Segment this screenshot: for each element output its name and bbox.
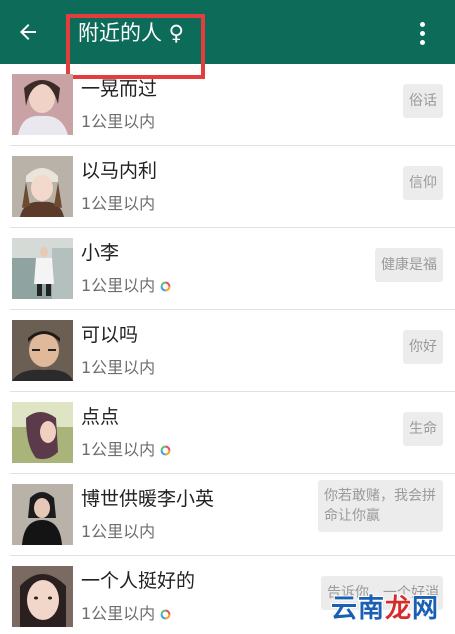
back-button[interactable] xyxy=(6,12,50,52)
signature-badge: 信仰 xyxy=(403,166,443,200)
signature-badge: 生命 xyxy=(403,412,443,446)
signature-badge: 健康是福 xyxy=(375,248,443,282)
app-bar: 附近的人 ♀ xyxy=(0,0,455,64)
person-name: 一晃而过 xyxy=(81,78,158,100)
vip-badge-icon xyxy=(160,281,171,291)
person-name: 可以吗 xyxy=(81,324,139,346)
list-item[interactable]: 以马内利 1公里以内 信仰 xyxy=(0,146,455,228)
nearby-people-list[interactable]: 一晃而过 1公里以内 俗话 以马内利 1公里以内 信仰 小李 1公里以内 健康是… xyxy=(0,64,455,634)
list-item[interactable]: 博世供暖李小英 1公里以内 你若敢赌，我会拼命让你赢 xyxy=(0,474,455,556)
avatar xyxy=(12,320,73,381)
page-title: 附近的人 ♀ xyxy=(78,21,185,45)
avatar xyxy=(12,74,73,135)
signature-badge: 你若敢赌，我会拼命让你赢 xyxy=(318,480,443,532)
list-item[interactable]: 一晃而过 1公里以内 俗话 xyxy=(0,64,455,146)
distance-label: 1公里以内 xyxy=(81,276,171,296)
more-options-button[interactable] xyxy=(405,14,439,52)
avatar xyxy=(12,402,73,463)
signature-badge: 俗话 xyxy=(403,84,443,118)
list-item[interactable]: 可以吗 1公里以内 你好 xyxy=(0,310,455,392)
avatar xyxy=(12,156,73,217)
distance-label: 1公里以内 xyxy=(81,604,171,624)
distance-label: 1公里以内 xyxy=(81,358,156,377)
avatar xyxy=(12,566,73,627)
vip-badge-icon xyxy=(160,609,171,619)
signature-badge: 你好 xyxy=(403,330,443,364)
avatar xyxy=(12,484,73,545)
more-vertical-icon xyxy=(419,21,425,27)
distance-label: 1公里以内 xyxy=(81,522,156,541)
person-name: 小李 xyxy=(81,242,120,264)
vip-badge-icon xyxy=(160,445,171,455)
person-name: 博世供暖李小英 xyxy=(81,488,215,510)
site-watermark: 云南龙网 xyxy=(330,593,440,624)
distance-label: 1公里以内 xyxy=(81,194,156,213)
avatar xyxy=(12,238,73,299)
person-name: 一个人挺好的 xyxy=(81,570,196,592)
distance-label: 1公里以内 xyxy=(81,440,171,460)
list-item[interactable]: 小李 1公里以内 健康是福 xyxy=(0,228,455,310)
arrow-left-icon xyxy=(20,24,36,40)
person-name: 以马内利 xyxy=(81,160,158,182)
person-name: 点点 xyxy=(81,406,120,428)
distance-label: 1公里以内 xyxy=(81,112,156,131)
list-item[interactable]: 点点 1公里以内 生命 xyxy=(0,392,455,474)
